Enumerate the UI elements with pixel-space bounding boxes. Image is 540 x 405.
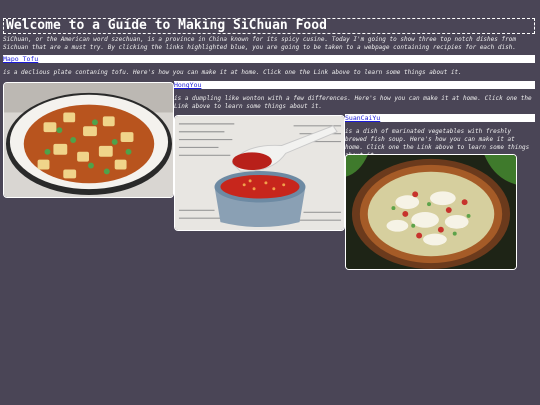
- mapo-tofu-photo: [3, 82, 174, 198]
- linkbar-suancaiyu: SuanCaiYu: [345, 114, 535, 122]
- mapo-tofu-image: [4, 83, 173, 197]
- linkbar-hongyou: HongYou: [174, 81, 535, 89]
- intro-paragraph: SiChuan, or the American word szechuan, …: [3, 36, 516, 51]
- page-title: Welcome to a Guide to Making SiChuan Foo…: [3, 17, 535, 34]
- fish-soup-image: [346, 155, 516, 269]
- hongyou-photo: [174, 115, 345, 231]
- linkbar-mapo-tofu: Mapo Tofu: [3, 55, 535, 63]
- hongyou-link[interactable]: HongYou: [174, 81, 201, 89]
- suancaiyu-photo: [345, 154, 517, 270]
- mapo-tofu-link[interactable]: Mapo Tofu: [3, 55, 38, 63]
- hongyou-description: is a dumpling like wonton with a few dif…: [174, 95, 532, 110]
- mapo-tofu-description: is a declious plate contaning tofu. Here…: [3, 69, 462, 76]
- suancaiyu-link[interactable]: SuanCaiYu: [345, 114, 380, 122]
- chili-oil-image: [175, 116, 344, 230]
